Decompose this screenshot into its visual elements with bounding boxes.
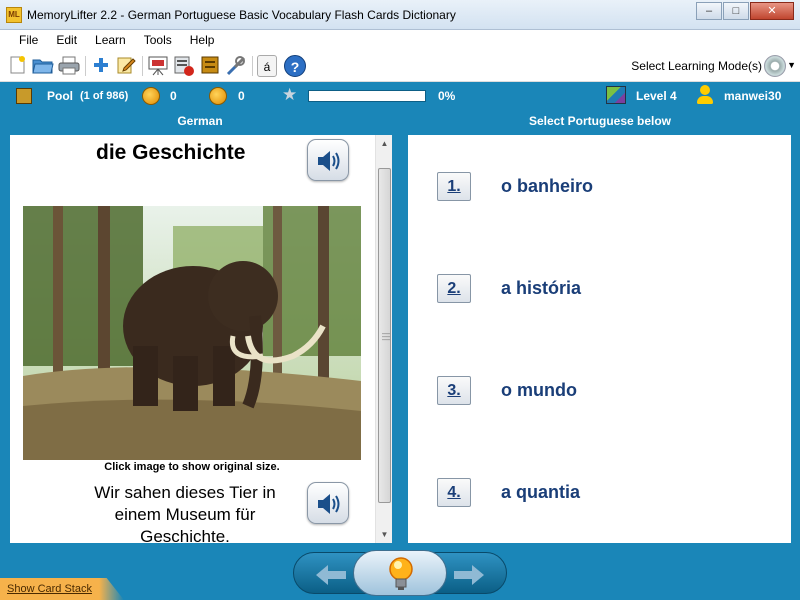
star-icon: ★ bbox=[282, 85, 298, 104]
menu-help[interactable]: Help bbox=[181, 30, 224, 50]
arrow-right-icon bbox=[454, 565, 484, 585]
wrong-count: 0 bbox=[238, 89, 245, 103]
show-card-stack-link[interactable]: Show Card Stack bbox=[7, 583, 92, 595]
scroll-up-arrow[interactable]: ▲ bbox=[376, 135, 392, 152]
pool-label: Pool bbox=[47, 89, 73, 103]
app-icon: ML bbox=[6, 7, 22, 23]
show-card-stack-tab[interactable]: Show Card Stack bbox=[0, 578, 124, 600]
play-word-audio-button[interactable] bbox=[307, 139, 349, 181]
lightbulb-icon bbox=[389, 557, 413, 590]
image-caption: Click image to show original size. bbox=[104, 461, 280, 473]
edit-icon[interactable] bbox=[115, 55, 137, 77]
menu-tools[interactable]: Tools bbox=[135, 30, 181, 50]
slideshow-icon[interactable] bbox=[147, 55, 169, 77]
answer-text[interactable]: o banheiro bbox=[501, 176, 593, 197]
play-sentence-audio-button[interactable] bbox=[307, 482, 349, 524]
pool-count: (1 of 986) bbox=[80, 90, 129, 102]
level-icon bbox=[606, 86, 626, 104]
special-char-icon[interactable]: á bbox=[257, 55, 277, 77]
gear-icon[interactable] bbox=[764, 55, 786, 77]
pool-icon bbox=[16, 88, 32, 104]
answer-number-button[interactable]: 3. bbox=[437, 376, 471, 405]
user-icon bbox=[697, 85, 713, 105]
question-pane: die Geschichte Click image to show origi… bbox=[10, 135, 392, 543]
scroll-grip: — — — bbox=[382, 329, 390, 344]
window-title: MemoryLifter 2.2 - German Portuguese Bas… bbox=[27, 8, 456, 22]
minimize-button[interactable]: – bbox=[696, 2, 722, 20]
answer-number-button[interactable]: 2. bbox=[437, 274, 471, 303]
user-name: manwei30 bbox=[724, 89, 782, 103]
progress-bar bbox=[308, 90, 426, 102]
toolbar: á ? Select Learning Mode(s) ▼ bbox=[0, 50, 800, 82]
close-button[interactable]: ✕ bbox=[750, 2, 794, 20]
window-controls: – □ ✕ bbox=[695, 2, 794, 20]
correct-count: 0 bbox=[170, 89, 177, 103]
delete-card-icon[interactable] bbox=[173, 55, 195, 77]
sad-face-icon bbox=[209, 87, 227, 105]
speaker-icon bbox=[318, 151, 340, 171]
status-bar: Pool (1 of 986) 0 0 ★ 0% Level 4 manwei3… bbox=[0, 82, 800, 110]
title-bar: ML MemoryLifter 2.2 - German Portuguese … bbox=[0, 0, 800, 30]
answer-text[interactable]: a quantia bbox=[501, 482, 580, 503]
answer-text[interactable]: a história bbox=[501, 278, 581, 299]
tools-icon[interactable] bbox=[225, 55, 247, 77]
chevron-down-icon[interactable]: ▼ bbox=[787, 60, 796, 70]
menu-learn[interactable]: Learn bbox=[86, 30, 135, 50]
new-icon[interactable] bbox=[6, 55, 28, 77]
menu-file[interactable]: File bbox=[0, 30, 47, 50]
card-icon[interactable] bbox=[199, 55, 221, 77]
vertical-scrollbar[interactable]: ▲ — — — ▼ bbox=[375, 135, 392, 543]
main-area: German Select Portuguese below die Gesch… bbox=[0, 110, 800, 600]
card-image[interactable] bbox=[23, 206, 361, 460]
question-language-header: German bbox=[177, 114, 223, 128]
mammoth-image bbox=[23, 206, 361, 460]
maximize-button[interactable]: □ bbox=[723, 2, 749, 20]
help-icon[interactable]: ? bbox=[284, 55, 306, 77]
level-label: Level 4 bbox=[636, 89, 677, 103]
answers-pane: 1. o banheiro 2. a história 3. o mundo 4… bbox=[408, 135, 791, 543]
speaker-icon bbox=[318, 494, 340, 514]
open-icon[interactable] bbox=[32, 55, 54, 77]
menu-bar: File Edit Learn Tools Help bbox=[0, 30, 800, 50]
question-word: die Geschichte bbox=[96, 141, 246, 164]
print-icon[interactable] bbox=[58, 55, 80, 77]
answer-language-header: Select Portuguese below bbox=[528, 114, 672, 128]
add-icon[interactable] bbox=[90, 55, 112, 77]
learning-mode-label[interactable]: Select Learning Mode(s) bbox=[631, 59, 762, 73]
card-navigation bbox=[293, 550, 507, 596]
toolbar-separator bbox=[252, 56, 253, 76]
menu-edit[interactable]: Edit bbox=[47, 30, 86, 50]
progress-percent: 0% bbox=[438, 89, 456, 103]
answer-text[interactable]: o mundo bbox=[501, 380, 577, 401]
scroll-down-arrow[interactable]: ▼ bbox=[376, 526, 392, 543]
example-sentence: Wir sahen dieses Tier in einem Museum fü… bbox=[94, 483, 276, 543]
scroll-thumb[interactable]: — — — bbox=[378, 168, 391, 503]
toolbar-separator bbox=[85, 56, 86, 76]
show-answer-button[interactable] bbox=[353, 550, 447, 596]
happy-face-icon bbox=[142, 87, 160, 105]
toolbar-separator bbox=[142, 56, 143, 76]
answer-number-button[interactable]: 4. bbox=[437, 478, 471, 507]
answer-number-button[interactable]: 1. bbox=[437, 172, 471, 201]
arrow-left-icon bbox=[316, 565, 346, 585]
